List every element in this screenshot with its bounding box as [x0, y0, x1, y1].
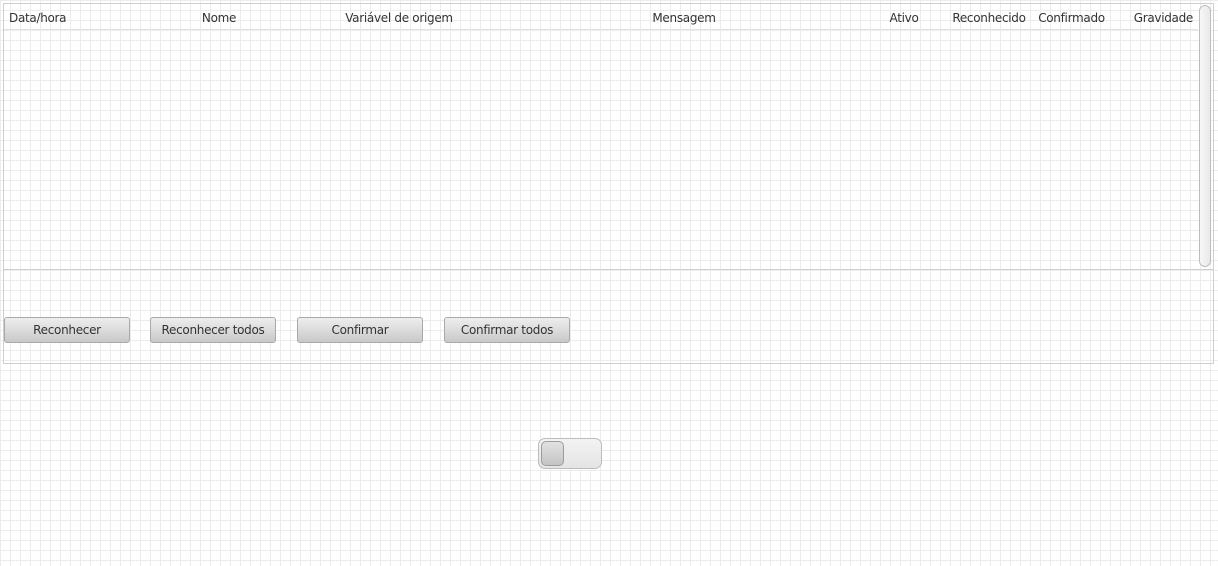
table-scrollbar[interactable]	[1199, 5, 1211, 267]
column-header-acknowledged[interactable]: Reconhecido	[944, 10, 1034, 26]
column-header-active[interactable]: Ativo	[874, 10, 934, 26]
toggle-knob[interactable]	[541, 441, 564, 466]
column-header-severity[interactable]: Gravidade	[1114, 10, 1194, 26]
column-header-datetime[interactable]: Data/hora	[9, 10, 99, 26]
column-header-message[interactable]: Mensagem	[624, 10, 744, 26]
confirm-button[interactable]: Confirmar	[297, 317, 423, 343]
alarm-panel: Data/hora Nome Variável de origem Mensag…	[3, 3, 1214, 364]
confirm-all-button[interactable]: Confirmar todos	[444, 317, 570, 343]
column-header-source-variable[interactable]: Variável de origem	[319, 10, 479, 26]
table-header: Data/hora Nome Variável de origem Mensag…	[4, 4, 1198, 30]
table-body	[4, 30, 1198, 269]
acknowledge-all-button[interactable]: Reconhecer todos	[150, 317, 276, 343]
acknowledge-button[interactable]: Reconhecer	[4, 317, 130, 343]
alarm-table: Data/hora Nome Variável de origem Mensag…	[4, 4, 1213, 270]
column-header-confirmed[interactable]: Confirmado	[1029, 10, 1114, 26]
column-header-name[interactable]: Nome	[169, 10, 269, 26]
toggle-switch[interactable]	[538, 438, 602, 469]
